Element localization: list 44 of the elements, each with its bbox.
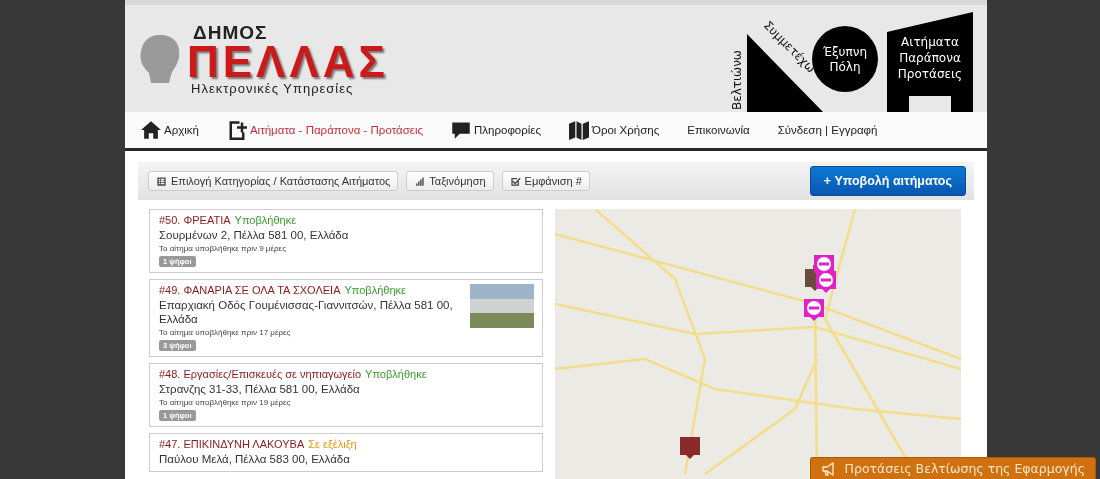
request-time: Το αίτημα υποβλήθηκε πριν 17 μέρες bbox=[159, 328, 292, 337]
request-title[interactable]: #47. ΕΠΙΚΙΝΔΥΝΗ ΛΑΚΟΥΒΑ bbox=[159, 438, 305, 450]
request-address: Επαρχιακή Οδός Γουμένισσας-Γιαννιτσών, Πέλλα 581 00, Ελλάδα bbox=[159, 298, 454, 326]
logo-subtitle: Ηλεκτρονικές Υπηρεσίες bbox=[191, 81, 355, 95]
nav-link[interactable]: Αιτήματα - Παράπονα - Προτάσεις bbox=[226, 120, 423, 140]
request-title[interactable]: #50. ΦΡΕΑΤΙΑ bbox=[159, 214, 231, 226]
logo-title-small: ΔΗΜΟΣ bbox=[193, 22, 269, 42]
request-address: Παύλου Μελά, Πέλλα 583 00, Ελλάδα bbox=[159, 452, 351, 466]
logo-circle-text: Έξυπνη bbox=[822, 45, 868, 59]
logo-building-text: Προτάσεις bbox=[897, 67, 963, 81]
home-icon bbox=[141, 120, 161, 140]
map-icon bbox=[569, 120, 589, 140]
logo-circle-text: Πόλη bbox=[829, 60, 861, 74]
speech-bubble-icon bbox=[451, 120, 471, 140]
submit-request-button[interactable]: + Υποβολή αιτήματος bbox=[809, 166, 966, 196]
logo-title-large: ΠΕΛΛΑΣ bbox=[187, 41, 389, 82]
request-time: Το αίτημα υποβλήθηκε πριν 19 μέρες bbox=[159, 398, 292, 407]
map-marker-icon[interactable] bbox=[680, 437, 700, 459]
request-time: Το αίτημα υποβλήθηκε πριν 9 μέρες bbox=[159, 244, 287, 253]
bar-chart-icon bbox=[414, 175, 426, 187]
toolbar-button[interactable]: Ταξινόμηση bbox=[406, 171, 494, 191]
toolbar-button[interactable]: Εμφάνιση # bbox=[501, 171, 590, 191]
request-status: Υποβλήθηκε bbox=[344, 284, 406, 296]
nav-link[interactable]: Όροι Χρήσης bbox=[569, 120, 660, 140]
request-title[interactable]: #48. Εργασίες/Επισκευές σε νηπιαγωγείο bbox=[159, 368, 362, 380]
request-status: Σε εξέλιξη bbox=[308, 438, 357, 450]
list-icon bbox=[156, 175, 167, 187]
circle-logo-shape bbox=[812, 26, 878, 92]
toolbar-button[interactable]: Επιλογή Κατηγορίας / Κατάστασης Αιτήματος bbox=[148, 171, 399, 191]
map-marker-cluster-drawing[interactable] bbox=[804, 255, 836, 321]
logo-building-text: Αιτήματα bbox=[901, 35, 959, 49]
nav-link[interactable]: Αρχική bbox=[141, 120, 199, 140]
nav-link[interactable]: Σύνδεση | Εγγραφή bbox=[777, 124, 878, 136]
request-status: Υποβλήθηκε bbox=[234, 214, 297, 226]
request-status: Υποβλήθηκε bbox=[365, 368, 427, 380]
request-address: Στρανζης 31-33, Πέλλα 581 00, Ελλάδα bbox=[159, 382, 361, 396]
request-title[interactable]: #49. ΦΑΝΑΡΙΑ ΣΕ ΟΛΑ ΤΑ ΣΧΟΛΕΙΑ bbox=[159, 284, 341, 296]
nav-link[interactable]: Πληροφορίες bbox=[451, 120, 541, 140]
nav-link[interactable]: Επικοινωνία bbox=[687, 124, 750, 136]
logo-building-text: Παράπονα bbox=[899, 51, 961, 65]
megaphone-icon bbox=[820, 461, 837, 476]
checkbox-icon bbox=[509, 175, 521, 187]
request-address: Σουρμένων 2, Πέλλα 581 00, Ελλάδα bbox=[159, 228, 350, 242]
logo-vertical-text: Βελτιώνω bbox=[730, 50, 744, 110]
